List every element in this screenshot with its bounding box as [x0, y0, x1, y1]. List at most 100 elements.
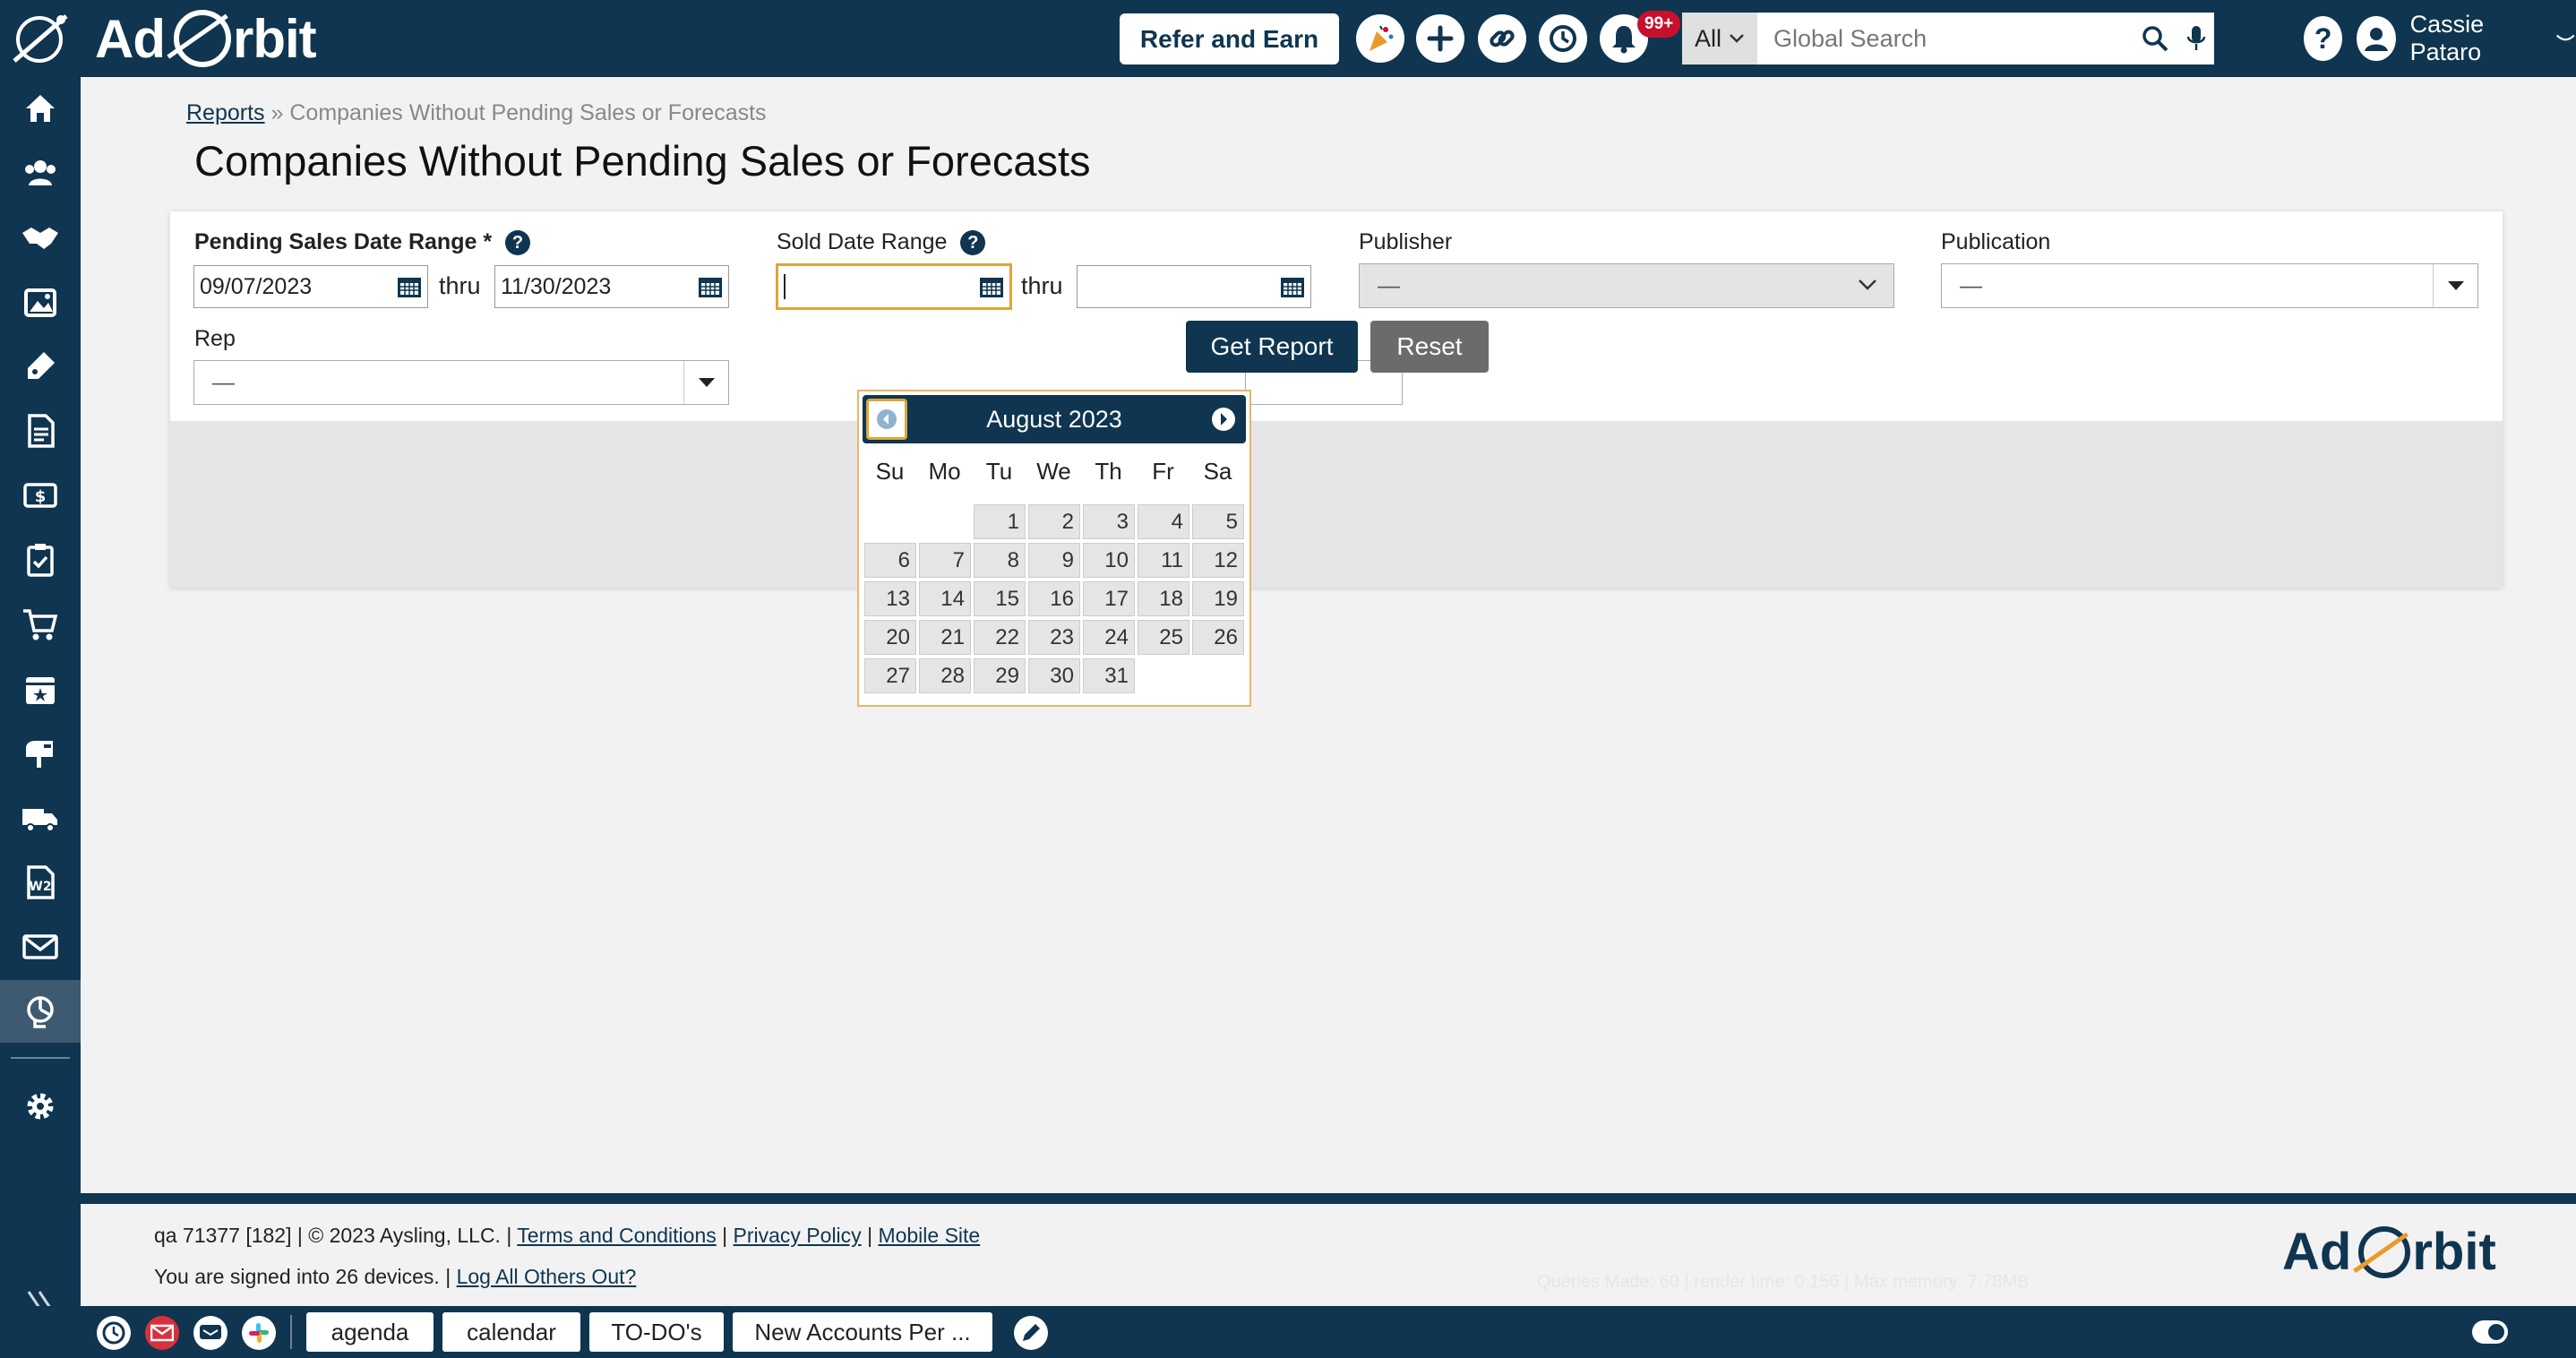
edit-pencil-icon[interactable] — [1014, 1316, 1048, 1350]
datepicker-day[interactable]: 21 — [919, 620, 971, 655]
datepicker-day[interactable]: 1 — [974, 504, 1026, 539]
calendar-star-icon[interactable] — [0, 658, 81, 720]
ad-tag-icon[interactable] — [0, 335, 81, 398]
datepicker-day[interactable]: 10 — [1083, 543, 1135, 578]
datepicker-day[interactable]: 29 — [974, 658, 1026, 693]
user-menu[interactable]: ? Cassie Pataro — [2304, 11, 2576, 66]
shopping-cart-icon[interactable] — [0, 593, 81, 656]
datepicker-day[interactable]: 26 — [1192, 620, 1244, 655]
taskbar-item-new-accounts[interactable]: New Accounts Per ... — [733, 1312, 992, 1352]
chat-icon[interactable] — [193, 1316, 228, 1350]
celebration-icon[interactable] — [1356, 14, 1404, 63]
user-name[interactable]: Cassie Pataro — [2410, 11, 2542, 66]
delivery-truck-icon[interactable] — [0, 786, 81, 849]
datepicker-day[interactable]: 3 — [1083, 504, 1135, 539]
link-icon[interactable] — [1478, 14, 1526, 63]
datepicker-day[interactable]: 5 — [1192, 504, 1244, 539]
w2-form-icon[interactable]: W2 — [0, 851, 81, 914]
terms-link[interactable]: Terms and Conditions — [517, 1224, 716, 1247]
datepicker-day[interactable]: 25 — [1138, 620, 1189, 655]
sold-from-date-input[interactable] — [776, 263, 1012, 310]
datepicker-day[interactable]: 27 — [864, 658, 916, 693]
datepicker-day[interactable]: 23 — [1028, 620, 1080, 655]
help-icon[interactable]: ? — [960, 230, 986, 256]
datepicker-day[interactable]: 15 — [974, 581, 1026, 616]
history-icon[interactable] — [1539, 14, 1587, 63]
settings-gear-icon[interactable] — [0, 1075, 81, 1138]
publisher-select[interactable]: — — [1359, 263, 1894, 308]
datepicker-day[interactable]: 18 — [1138, 581, 1189, 616]
page-title: Companies Without Pending Sales or Forec… — [194, 137, 1091, 185]
pending-to-date-input[interactable]: 11/30/2023 — [494, 265, 729, 308]
search-icon[interactable] — [2132, 13, 2178, 64]
clipboard-check-icon[interactable] — [0, 529, 81, 591]
datepicker-day[interactable]: 2 — [1028, 504, 1080, 539]
log-out-others-link[interactable]: Log All Others Out? — [457, 1265, 637, 1288]
datepicker-day[interactable]: 17 — [1083, 581, 1135, 616]
datepicker-day[interactable]: 22 — [974, 620, 1026, 655]
datepicker-day[interactable]: 31 — [1083, 658, 1135, 693]
datepicker-day[interactable]: 30 — [1028, 658, 1080, 693]
sold-to-date-input[interactable] — [1077, 265, 1311, 308]
toggle-switch[interactable] — [2472, 1320, 2508, 1344]
datepicker-day[interactable]: 20 — [864, 620, 916, 655]
report-filter-panel: Pending Sales Date Range * ? 09/07/2023 … — [170, 211, 2503, 588]
datepicker-day[interactable]: 8 — [974, 543, 1026, 578]
footer-logo-orbit-mark — [2358, 1225, 2411, 1278]
calendar-icon[interactable] — [698, 275, 723, 298]
datepicker-day[interactable]: 6 — [864, 543, 916, 578]
orbit-menu-icon[interactable] — [7, 9, 72, 68]
next-month-button[interactable] — [1210, 406, 1237, 433]
rep-select[interactable]: — — [193, 360, 729, 405]
mail-alert-icon[interactable] — [145, 1316, 179, 1350]
handshake-icon[interactable] — [0, 206, 81, 269]
datepicker-day[interactable]: 28 — [919, 658, 971, 693]
reports-icon[interactable] — [0, 980, 81, 1043]
mailbox-icon[interactable] — [0, 722, 81, 785]
datepicker-day[interactable]: 7 — [919, 543, 971, 578]
pending-from-date-input[interactable]: 09/07/2023 — [193, 265, 428, 308]
taskbar-item-calendar[interactable]: calendar — [442, 1312, 580, 1352]
datepicker-day[interactable]: 9 — [1028, 543, 1080, 578]
calendar-icon[interactable] — [979, 275, 1004, 298]
datepicker-day[interactable]: 19 — [1192, 581, 1244, 616]
billing-icon[interactable]: $ — [0, 464, 81, 527]
datepicker-day[interactable]: 24 — [1083, 620, 1135, 655]
taskbar-item-todos[interactable]: TO-DO's — [589, 1312, 724, 1352]
slack-icon[interactable] — [242, 1316, 276, 1350]
datepicker-day[interactable]: 16 — [1028, 581, 1080, 616]
chevron-down-icon[interactable] — [2555, 32, 2576, 45]
calendar-icon[interactable] — [397, 275, 422, 298]
datepicker-day[interactable]: 4 — [1138, 504, 1189, 539]
user-avatar-icon[interactable] — [2357, 16, 2396, 61]
app-logo[interactable]: Ad rbit — [95, 7, 317, 70]
dropdown-caret-icon[interactable] — [683, 361, 728, 404]
calendar-icon[interactable] — [1280, 275, 1305, 298]
contacts-icon[interactable] — [0, 142, 81, 204]
breadcrumb-reports-link[interactable]: Reports — [186, 100, 265, 125]
privacy-link[interactable]: Privacy Policy — [734, 1224, 862, 1247]
reset-button[interactable]: Reset — [1370, 321, 1489, 373]
publication-select[interactable]: — — [1941, 263, 2478, 308]
datepicker-day[interactable]: 14 — [919, 581, 971, 616]
document-icon[interactable] — [0, 400, 81, 462]
home-icon[interactable] — [0, 77, 81, 140]
search-scope-select[interactable]: All — [1682, 13, 1757, 64]
add-icon[interactable] — [1416, 14, 1464, 63]
microphone-icon[interactable] — [2178, 13, 2214, 64]
email-icon[interactable] — [0, 915, 81, 978]
dropdown-caret-icon[interactable] — [2433, 264, 2477, 307]
taskbar-item-agenda[interactable]: agenda — [306, 1312, 434, 1352]
media-gallery-icon[interactable] — [0, 271, 81, 333]
refer-and-earn-button[interactable]: Refer and Earn — [1120, 13, 1339, 64]
get-report-button[interactable]: Get Report — [1186, 321, 1358, 373]
datepicker-day[interactable]: 12 — [1192, 543, 1244, 578]
datepicker-day[interactable]: 11 — [1138, 543, 1189, 578]
previous-month-button[interactable] — [866, 399, 907, 440]
help-icon[interactable]: ? — [2304, 16, 2343, 61]
global-search-input[interactable] — [1757, 13, 2132, 64]
clock-icon[interactable] — [97, 1316, 131, 1350]
mobile-site-link[interactable]: Mobile Site — [878, 1224, 980, 1247]
datepicker-day[interactable]: 13 — [864, 581, 916, 616]
help-icon[interactable]: ? — [505, 230, 530, 256]
